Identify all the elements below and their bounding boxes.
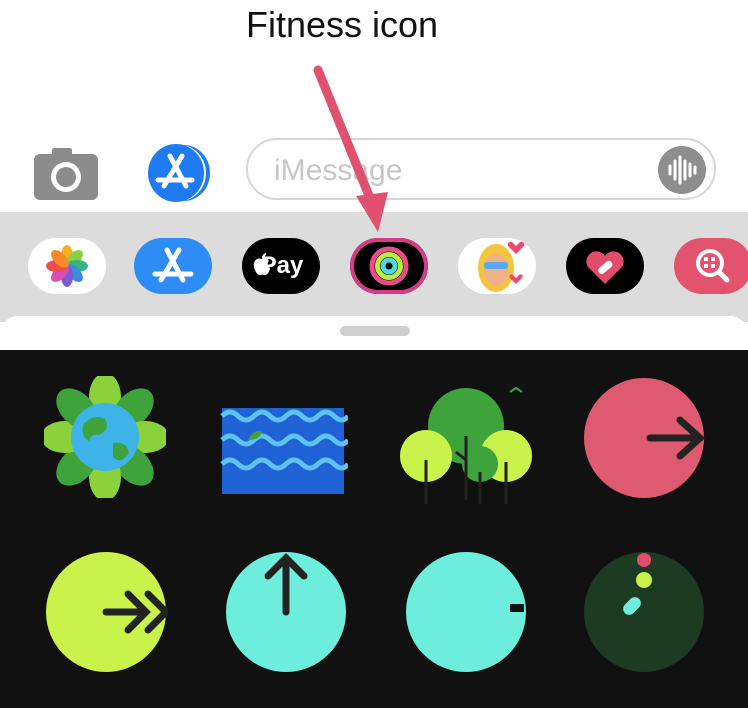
audio-button[interactable] — [658, 146, 706, 194]
app-apple-pay[interactable]: Pay — [242, 238, 320, 294]
sticker-grid — [0, 350, 748, 708]
camera-icon — [34, 148, 98, 200]
compose-bar — [0, 138, 748, 210]
heart-icon — [586, 251, 624, 284]
trees-icon — [400, 386, 532, 504]
search-icon — [696, 249, 730, 283]
app-memoji[interactable] — [458, 238, 536, 294]
double-arrow-right-icon — [46, 552, 171, 672]
app-drawer: Pay — [0, 212, 748, 322]
activity-rings-icon — [369, 246, 409, 286]
message-field[interactable] — [246, 138, 716, 200]
message-input[interactable] — [272, 150, 636, 192]
sticker-stand-ring[interactable] — [224, 550, 348, 679]
ring-icon — [406, 552, 526, 672]
earth-flower-icon — [41, 373, 169, 501]
sticker-stand-ring-partial[interactable] — [404, 550, 528, 679]
app-digital-touch[interactable] — [566, 238, 644, 294]
photos-icon — [46, 245, 88, 287]
sticker-move-ring[interactable] — [582, 376, 706, 505]
sticker-ocean-award[interactable] — [218, 404, 350, 501]
waves-icon — [220, 408, 350, 494]
annotation-label: Fitness icon — [245, 4, 439, 45]
audio-waveform-icon — [668, 155, 697, 185]
dots-icon — [584, 552, 704, 672]
app-photos[interactable] — [28, 238, 106, 294]
memoji-icon — [478, 241, 525, 292]
sticker-exercise-ring[interactable] — [44, 550, 171, 679]
app-app-store[interactable] — [134, 238, 212, 294]
sheet-grabber[interactable] — [340, 326, 410, 336]
arrow-right-icon — [584, 378, 706, 498]
arrow-up-icon — [226, 552, 346, 672]
sticker-earth-day-award[interactable] — [41, 373, 169, 503]
app-store-button[interactable] — [140, 144, 212, 202]
app-store-icon — [152, 247, 194, 283]
app-store-icon — [148, 144, 210, 202]
app-fitness[interactable] — [350, 238, 428, 294]
apple-logo-icon — [253, 253, 270, 276]
sticker-trees-award[interactable] — [398, 380, 538, 515]
sticker-rings-dots[interactable] — [582, 550, 706, 679]
camera-button[interactable] — [34, 148, 98, 200]
app-search[interactable] — [674, 238, 748, 294]
